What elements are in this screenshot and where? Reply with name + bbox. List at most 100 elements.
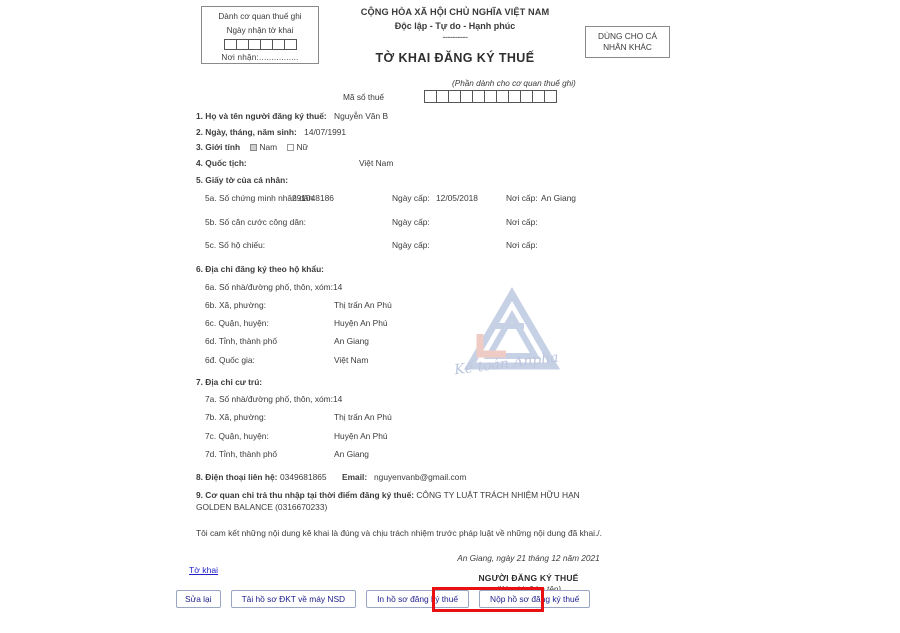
form-body: 1. Họ và tên người đăng ký thuế: Nguyễn …	[196, 112, 666, 594]
field-nationality: 4. Quốc tịch: Việt Nam	[196, 157, 666, 169]
tax-code-cells	[424, 90, 557, 103]
household-province-row: 6d. Tỉnh, thành phố An Giang	[196, 336, 666, 346]
signature-block: An Giang, ngày 21 tháng 12 năm 2021 NGƯỜ…	[196, 553, 666, 594]
gender-option-female[interactable]: Nữ	[287, 142, 308, 152]
income-payer-label: 9. Cơ quan chi trả thu nhập tại thời điể…	[196, 489, 415, 500]
tax-office-box-line1: Dành cơ quan thuế ghi	[218, 12, 302, 21]
household-district-row: 6c. Quận, huyện: Huyện An Phú	[196, 318, 666, 328]
contact-row: 8. Điện thoại liên hệ: 0349681865 Email:…	[196, 472, 666, 482]
household-ward-label: 6b. Xã, phường:	[205, 300, 266, 311]
residence-ward-label: 7b. Xã, phường:	[205, 412, 266, 423]
form-header: Dành cơ quan thuế ghi Ngày nhận tờ khai …	[0, 0, 900, 75]
id-card-issue-date-value: 12/05/2018	[436, 193, 478, 204]
signature-date: An Giang, ngày 21 tháng 12 năm 2021	[457, 552, 600, 563]
birthdate-value: 14/07/1991	[304, 126, 347, 137]
heading-divider: ----------	[442, 32, 468, 42]
tax-code-label: Mã số thuế	[343, 92, 385, 102]
birthdate-label: 2. Ngày, tháng, năm sinh:	[196, 126, 297, 137]
residence-ward-value: Thị trấn An Phú	[334, 412, 392, 423]
residence-district-label: 7c. Quận, huyện:	[205, 430, 269, 441]
gender-female-label: Nữ	[296, 142, 309, 153]
residence-province-row: 7d. Tỉnh, thành phố An Giang	[196, 449, 666, 459]
household-country-row: 6đ. Quốc gia: Việt Nam	[196, 355, 666, 365]
residence-address-heading: 7. Địa chỉ cư trú:	[196, 376, 263, 387]
country-motto: Độc lập - Tự do - Hạnh phúc	[394, 21, 516, 31]
download-dossier-button[interactable]: Tải hồ sơ ĐKT về máy NSD	[230, 590, 357, 609]
tax-code-cell	[544, 90, 557, 103]
residence-street-value: 14	[333, 394, 343, 405]
passport-issue-place-label: Nơi cấp:	[506, 240, 538, 251]
nationality-label: 4. Quốc tịch:	[196, 157, 247, 168]
household-street-label: 6a. Số nhà/đường phố, thôn, xóm:	[205, 281, 333, 292]
gender-option-male[interactable]: Nam	[250, 142, 279, 152]
checkbox-icon-female[interactable]	[287, 144, 295, 152]
household-ward-row: 6b. Xã, phường: Thị trấn An Phú	[196, 300, 666, 310]
email-value: nguyenvanb@gmail.com	[374, 471, 467, 482]
tax-office-box-line2: Ngày nhận tờ khai	[226, 26, 294, 35]
tax-code-row: Mã số thuế (Phần dành cho cơ quan thuế g…	[0, 78, 900, 108]
full-name-label: 1. Họ và tên người đăng ký thuế:	[196, 111, 327, 121]
email-label: Email:	[342, 471, 368, 482]
household-street-value: 14	[333, 281, 343, 292]
commitment-text: Tôi cam kết những nội dung kê khai là đú…	[196, 528, 602, 539]
full-name-value: Nguyễn Văn B	[334, 111, 389, 121]
other-individual-line2: NHÂN KHÁC	[603, 42, 652, 52]
id-card-number: 291048186	[292, 193, 334, 204]
gender-male-label: Nam	[259, 142, 278, 153]
field-personal-documents-heading: 5. Giấy tờ của cá nhân:	[196, 174, 666, 185]
citizen-card-issue-place-label: Nơi cấp:	[506, 216, 538, 227]
household-country-label: 6đ. Quốc gia:	[205, 354, 255, 365]
household-address-heading: 6. Địa chỉ đăng ký theo hộ khẩu:	[196, 264, 324, 275]
signature-title: NGƯỜI ĐĂNG KÝ THUẾ	[478, 572, 579, 583]
phone-value: 0349681865	[280, 471, 327, 482]
field-birthdate: 2. Ngày, tháng, năm sinh: 14/07/1991	[196, 126, 666, 137]
household-country-value: Việt Nam	[334, 354, 369, 365]
id-card-issue-place-value: An Giang	[541, 193, 576, 204]
tax-office-box-recipient: Nơi nhận:................	[221, 53, 299, 62]
passport-label: 5c. Số hộ chiếu:	[205, 240, 266, 251]
phone-label: 8. Điện thoại liên hệ:	[196, 471, 278, 482]
document-row-id-card: 5a. Số chứng minh nhân dân: 291048186 Ng…	[196, 193, 666, 203]
submit-dossier-button[interactable]: Nộp hồ sơ đăng ký thuế	[479, 590, 591, 609]
field-full-name: 1. Họ và tên người đăng ký thuế: Nguyễn …	[196, 111, 666, 121]
checkbox-icon-male[interactable]	[250, 144, 258, 152]
nationality-value: Việt Nam	[359, 157, 394, 168]
id-card-issue-place-label: Nơi cấp:	[506, 193, 538, 204]
household-province-label: 6d. Tỉnh, thành phố	[205, 336, 278, 347]
id-card-issue-date-label: Ngày cấp:	[392, 193, 430, 204]
national-heading: CỘNG HÒA XÃ HỘI CHỦ NGHĨA VIỆT NAM Độc l…	[330, 7, 580, 65]
income-payer-row: 9. Cơ quan chi trả thu nhập tại thời điể…	[196, 489, 606, 513]
edit-button[interactable]: Sửa lại	[176, 590, 221, 609]
print-dossier-button[interactable]: In hồ sơ đăng ký thuế	[366, 590, 470, 609]
household-district-value: Huyện An Phú	[334, 318, 388, 329]
tax-office-stamp-box: Dành cơ quan thuế ghi Ngày nhận tờ khai …	[201, 6, 319, 64]
personal-documents-label: 5. Giấy tờ của cá nhân:	[196, 174, 289, 185]
household-ward-value: Thị trấn An Phú	[334, 300, 392, 311]
country-name: CỘNG HÒA XÃ HỘI CHỦ NGHĨA VIỆT NAM	[360, 7, 550, 17]
tax-registration-form-page: Dành cơ quan thuế ghi Ngày nhận tờ khai …	[0, 0, 900, 633]
field-gender: 3. Giới tính Nam Nữ	[196, 142, 666, 153]
tax-code-note: (Phần dành cho cơ quan thuế ghi)	[452, 79, 576, 88]
page-title: TỜ KHAI ĐĂNG KÝ THUẾ	[375, 51, 535, 65]
residence-ward-row: 7b. Xã, phường: Thị trấn An Phú	[196, 412, 666, 422]
residence-street-label: 7a. Số nhà/đường phố, thôn, xóm:	[205, 394, 333, 405]
received-date-cell	[284, 39, 297, 50]
action-button-bar: Sửa lại Tải hồ sơ ĐKT về máy NSD In hồ s…	[176, 590, 591, 609]
document-row-citizen-card: 5b. Số căn cước công dân: Ngày cấp: Nơi …	[196, 217, 666, 227]
residence-province-label: 7d. Tỉnh, thành phố	[205, 448, 278, 459]
gender-label: 3. Giới tính	[196, 142, 241, 153]
other-individual-line1: DÙNG CHO CÁ	[597, 30, 657, 41]
declaration-link[interactable]: Tờ khai	[189, 565, 218, 575]
residence-province-value: An Giang	[334, 448, 369, 459]
household-district-label: 6c. Quận, huyện:	[205, 318, 269, 329]
residence-street-row: 7a. Số nhà/đường phố, thôn, xóm: 14	[196, 394, 666, 404]
received-date-cells	[202, 39, 318, 50]
household-province-value: An Giang	[334, 336, 369, 347]
citizen-card-issue-date-label: Ngày cấp:	[392, 216, 430, 227]
residence-district-row: 7c. Quận, huyện: Huyện An Phú	[196, 431, 666, 441]
other-individual-box: DÙNG CHO CÁ NHÂN KHÁC	[585, 26, 670, 58]
document-row-passport: 5c. Số hộ chiếu: Ngày cấp: Nơi cấp:	[196, 240, 666, 250]
citizen-card-label: 5b. Số căn cước công dân:	[205, 216, 306, 227]
household-street-row: 6a. Số nhà/đường phố, thôn, xóm: 14	[196, 282, 666, 292]
passport-issue-date-label: Ngày cấp:	[392, 240, 430, 251]
